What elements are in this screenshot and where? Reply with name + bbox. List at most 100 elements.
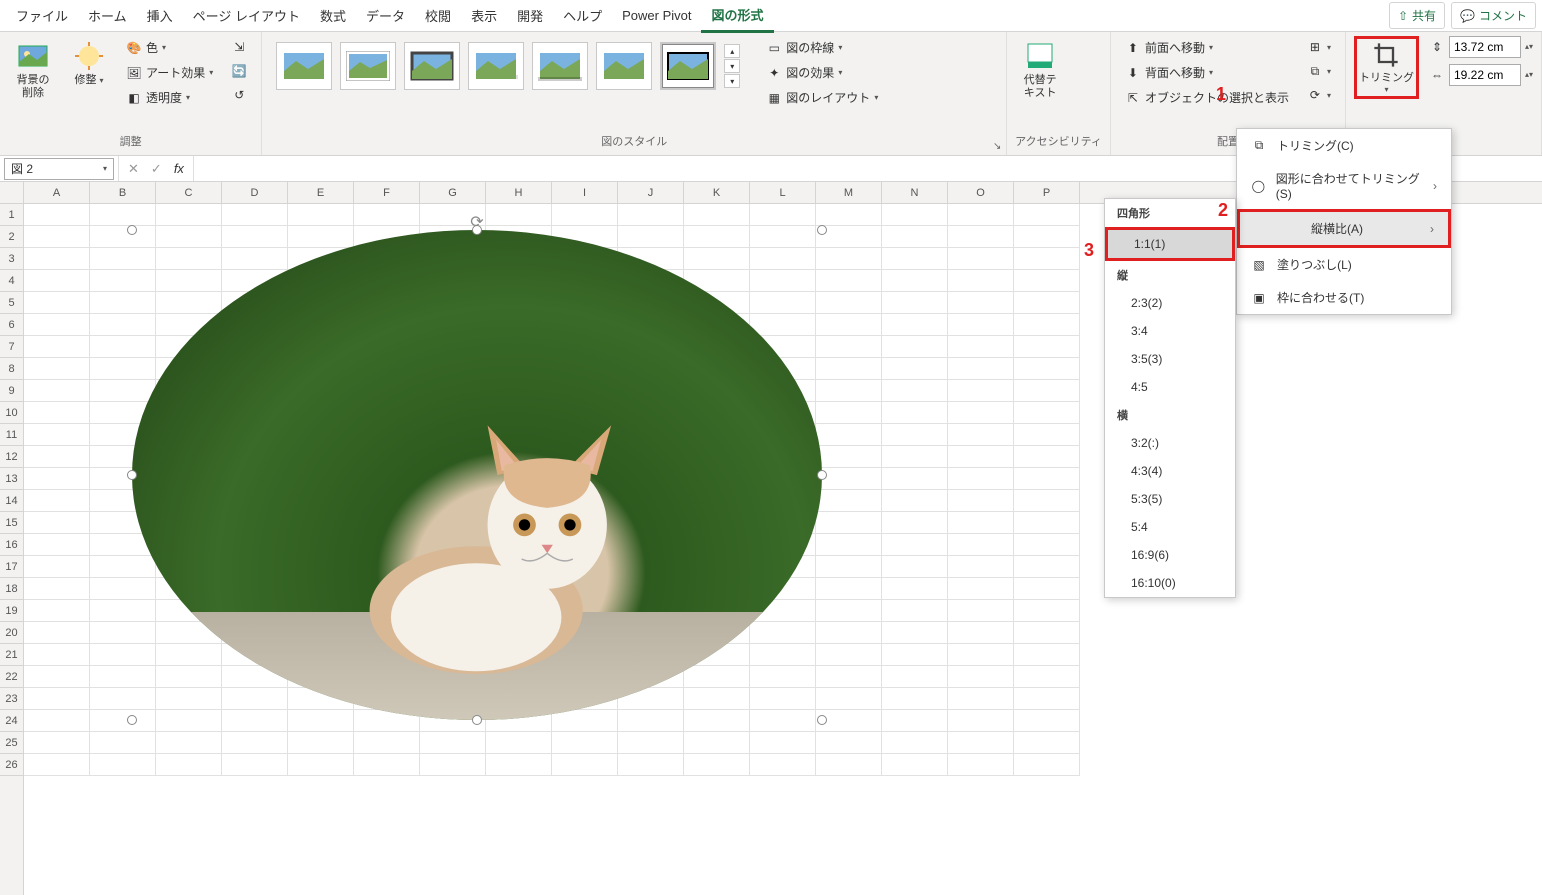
row-header-26[interactable]: 26 bbox=[0, 754, 23, 776]
corrections-button[interactable]: 修整 ▾ bbox=[64, 36, 114, 91]
row-header-21[interactable]: 21 bbox=[0, 644, 23, 666]
menu-item-aspect-ratio[interactable]: 縦横比(A)› bbox=[1237, 209, 1451, 248]
sel-handle-b[interactable] bbox=[472, 715, 482, 725]
row-header-9[interactable]: 9 bbox=[0, 380, 23, 402]
name-box[interactable]: 図 2▾ bbox=[4, 158, 114, 180]
width-input[interactable] bbox=[1449, 64, 1521, 86]
gallery-more[interactable]: ▾ bbox=[724, 74, 740, 88]
transparency-button[interactable]: ◧透明度 ▾ bbox=[120, 86, 219, 109]
col-header-K[interactable]: K bbox=[684, 182, 750, 203]
tab-home[interactable]: ホーム bbox=[78, 0, 137, 31]
col-header-H[interactable]: H bbox=[486, 182, 552, 203]
gallery-down[interactable]: ▾ bbox=[724, 59, 740, 73]
aspect-1-1[interactable]: 1:1(1) bbox=[1105, 227, 1235, 261]
aspect-5-3[interactable]: 5:3(5) bbox=[1105, 485, 1235, 513]
picture-effects-button[interactable]: ✦図の効果 ▾ bbox=[760, 61, 884, 84]
send-backward-button[interactable]: ⬇背面へ移動 ▾ bbox=[1119, 61, 1295, 84]
style-thumb-7[interactable] bbox=[660, 42, 716, 90]
styles-dialog-launcher[interactable]: ↘ bbox=[990, 139, 1004, 153]
col-header-O[interactable]: O bbox=[948, 182, 1014, 203]
remove-background-button[interactable]: 背景の 削除 bbox=[8, 36, 58, 104]
row-header-12[interactable]: 12 bbox=[0, 446, 23, 468]
row-header-6[interactable]: 6 bbox=[0, 314, 23, 336]
picture-styles-gallery[interactable]: ▴ ▾ ▾ bbox=[270, 36, 746, 96]
menu-item-crop-to-shape[interactable]: ◯図形に合わせてトリミング(S)› bbox=[1237, 162, 1451, 209]
color-button[interactable]: 🎨色 ▾ bbox=[120, 36, 219, 59]
aspect-5-4[interactable]: 5:4 bbox=[1105, 513, 1235, 541]
crop-button[interactable]: トリミング ▾ bbox=[1354, 36, 1419, 99]
row-header-7[interactable]: 7 bbox=[0, 336, 23, 358]
row-header-22[interactable]: 22 bbox=[0, 666, 23, 688]
style-thumb-1[interactable] bbox=[276, 42, 332, 90]
row-header-5[interactable]: 5 bbox=[0, 292, 23, 314]
change-picture-button[interactable]: 🔄 bbox=[225, 60, 253, 82]
sel-handle-r[interactable] bbox=[817, 470, 827, 480]
comment-button[interactable]: 💬コメント bbox=[1451, 2, 1536, 29]
col-header-C[interactable]: C bbox=[156, 182, 222, 203]
style-thumb-4[interactable] bbox=[468, 42, 524, 90]
tab-review[interactable]: 校閲 bbox=[415, 0, 461, 31]
row-header-10[interactable]: 10 bbox=[0, 402, 23, 424]
share-button[interactable]: ⇧共有 bbox=[1389, 2, 1445, 29]
col-header-J[interactable]: J bbox=[618, 182, 684, 203]
height-input[interactable] bbox=[1449, 36, 1521, 58]
style-thumb-6[interactable] bbox=[596, 42, 652, 90]
aspect-3-2[interactable]: 3:2(:) bbox=[1105, 429, 1235, 457]
sel-handle-tr[interactable] bbox=[817, 225, 827, 235]
row-header-25[interactable]: 25 bbox=[0, 732, 23, 754]
picture-border-button[interactable]: ▭図の枠線 ▾ bbox=[760, 36, 884, 59]
gallery-up[interactable]: ▴ bbox=[724, 44, 740, 58]
col-header-E[interactable]: E bbox=[288, 182, 354, 203]
enter-formula-button[interactable]: ✓ bbox=[148, 161, 165, 177]
alt-text-button[interactable]: 代替テ キスト bbox=[1015, 36, 1065, 104]
sel-handle-tl[interactable] bbox=[127, 225, 137, 235]
aspect-3-4[interactable]: 3:4 bbox=[1105, 317, 1235, 345]
row-header-1[interactable]: 1 bbox=[0, 204, 23, 226]
row-header-13[interactable]: 13 bbox=[0, 468, 23, 490]
row-header-20[interactable]: 20 bbox=[0, 622, 23, 644]
tab-page-layout[interactable]: ページ レイアウト bbox=[183, 0, 310, 31]
row-header-16[interactable]: 16 bbox=[0, 534, 23, 556]
row-header-24[interactable]: 24 bbox=[0, 710, 23, 732]
fx-button[interactable]: fx bbox=[171, 161, 187, 176]
sel-handle-t[interactable] bbox=[472, 225, 482, 235]
cancel-formula-button[interactable]: ✕ bbox=[125, 161, 142, 177]
tab-file[interactable]: ファイル bbox=[6, 0, 78, 31]
row-header-8[interactable]: 8 bbox=[0, 358, 23, 380]
tab-insert[interactable]: 挿入 bbox=[137, 0, 183, 31]
row-header-23[interactable]: 23 bbox=[0, 688, 23, 710]
compress-button[interactable]: ⇲ bbox=[225, 36, 253, 58]
row-header-2[interactable]: 2 bbox=[0, 226, 23, 248]
col-header-A[interactable]: A bbox=[24, 182, 90, 203]
row-header-17[interactable]: 17 bbox=[0, 556, 23, 578]
col-header-D[interactable]: D bbox=[222, 182, 288, 203]
style-thumb-3[interactable] bbox=[404, 42, 460, 90]
aspect-16-10[interactable]: 16:10(0) bbox=[1105, 569, 1235, 597]
tab-formulas[interactable]: 数式 bbox=[310, 0, 356, 31]
col-header-G[interactable]: G bbox=[420, 182, 486, 203]
col-header-B[interactable]: B bbox=[90, 182, 156, 203]
group-button[interactable]: ⧉▾ bbox=[1301, 60, 1337, 82]
aspect-16-9[interactable]: 16:9(6) bbox=[1105, 541, 1235, 569]
row-header-19[interactable]: 19 bbox=[0, 600, 23, 622]
tab-view[interactable]: 表示 bbox=[461, 0, 507, 31]
menu-item-crop[interactable]: ⧉トリミング(C) bbox=[1237, 129, 1451, 162]
aspect-4-5[interactable]: 4:5 bbox=[1105, 373, 1235, 401]
col-header-N[interactable]: N bbox=[882, 182, 948, 203]
row-header-4[interactable]: 4 bbox=[0, 270, 23, 292]
row-header-15[interactable]: 15 bbox=[0, 512, 23, 534]
aspect-4-3[interactable]: 4:3(4) bbox=[1105, 457, 1235, 485]
reset-picture-button[interactable]: ↺ bbox=[225, 84, 253, 106]
tab-help[interactable]: ヘルプ bbox=[553, 0, 612, 31]
sel-handle-bl[interactable] bbox=[127, 715, 137, 725]
col-header-M[interactable]: M bbox=[816, 182, 882, 203]
col-header-P[interactable]: P bbox=[1014, 182, 1080, 203]
row-header-18[interactable]: 18 bbox=[0, 578, 23, 600]
style-thumb-5[interactable] bbox=[532, 42, 588, 90]
sel-handle-l[interactable] bbox=[127, 470, 137, 480]
tab-power-pivot[interactable]: Power Pivot bbox=[612, 2, 701, 29]
bring-forward-button[interactable]: ⬆前面へ移動 ▾ bbox=[1119, 36, 1295, 59]
sel-handle-br[interactable] bbox=[817, 715, 827, 725]
tab-picture-format[interactable]: 図の形式 bbox=[701, 0, 773, 33]
rotate-button[interactable]: ⟳▾ bbox=[1301, 84, 1337, 106]
